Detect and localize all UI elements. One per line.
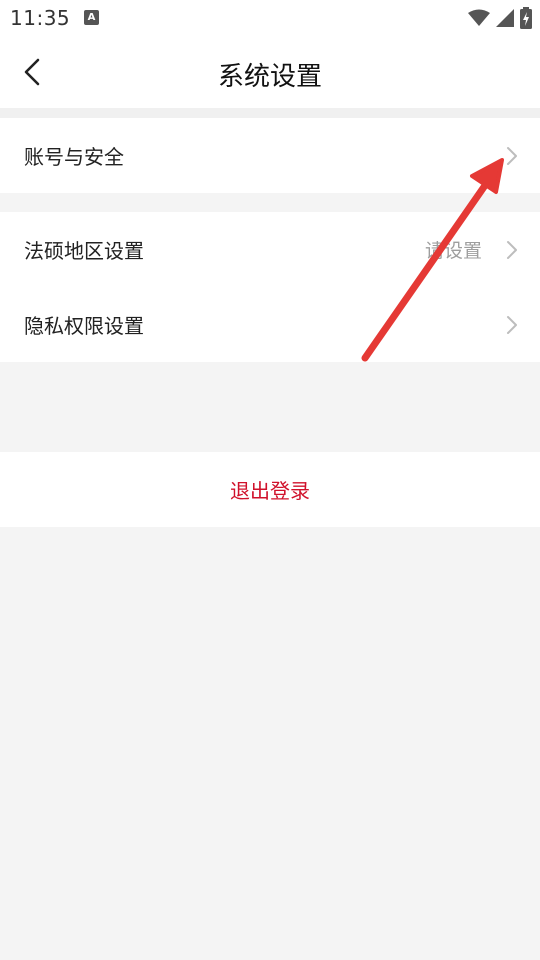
chevron-right-icon: [504, 238, 520, 262]
battery-charging-icon: [520, 7, 532, 29]
signal-icon: [496, 9, 514, 27]
settings-item-label: 隐私权限设置: [24, 314, 144, 338]
logout-label: 退出登录: [230, 479, 310, 503]
settings-item-region[interactable]: 法硕地区设置 请设置: [0, 212, 540, 287]
wifi-icon: [468, 9, 490, 26]
settings-item-privacy[interactable]: 隐私权限设置: [0, 287, 540, 362]
settings-group-preferences: 法硕地区设置 请设置 隐私权限设置: [0, 212, 540, 362]
settings-item-label: 账号与安全: [24, 145, 124, 169]
settings-group-account: 账号与安全: [0, 118, 540, 193]
status-bar: 11:35 A: [0, 0, 540, 36]
header: 系统设置: [0, 36, 540, 108]
chevron-right-icon: [504, 144, 520, 168]
status-time: 11:35: [10, 6, 71, 30]
settings-item-account-security[interactable]: 账号与安全: [0, 118, 540, 193]
logout-button[interactable]: 退出登录: [0, 452, 540, 527]
settings-item-label: 法硕地区设置: [24, 239, 144, 263]
status-icons: [468, 6, 532, 30]
notification-icon: A: [84, 10, 99, 25]
page-title: 系统设置: [217, 62, 322, 92]
divider: [0, 108, 540, 118]
chevron-right-icon: [504, 313, 520, 337]
settings-item-value: 请设置: [424, 240, 482, 262]
